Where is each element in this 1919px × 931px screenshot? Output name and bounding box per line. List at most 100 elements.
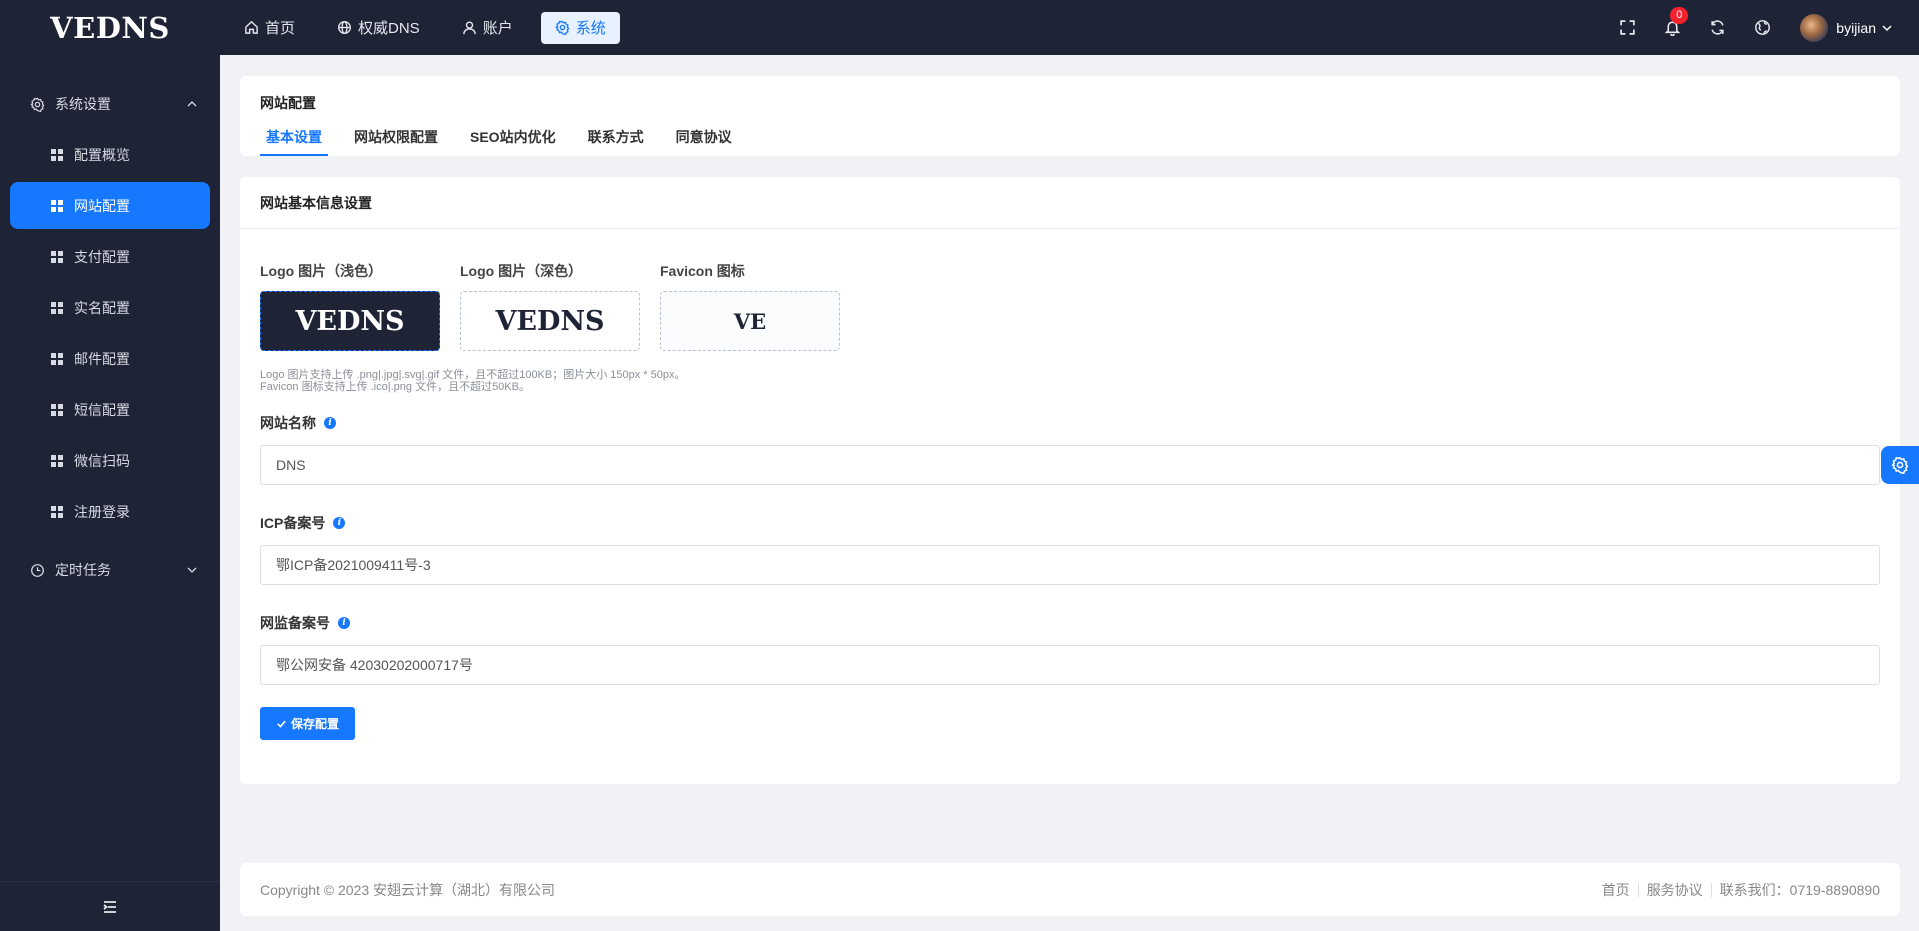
notification-button[interactable]: 0 bbox=[1662, 6, 1689, 38]
notification-badge: 0 bbox=[1670, 6, 1689, 24]
globe-icon bbox=[1754, 20, 1770, 35]
grid-icon bbox=[51, 148, 63, 161]
info-icon[interactable]: i bbox=[338, 617, 350, 629]
nav-home[interactable]: 首页 bbox=[230, 12, 309, 44]
upload-hint-favicon: Favicon 图标支持上传 .ico|.png 文件，且不超过50KB。 bbox=[260, 381, 530, 393]
header-actions: 0 byijian bbox=[1592, 6, 1919, 42]
grid-icon bbox=[51, 250, 63, 263]
tab-permission-config[interactable]: 网站权限配置 bbox=[354, 126, 438, 156]
footer-link-terms[interactable]: 服务协议 bbox=[1647, 880, 1703, 900]
user-icon bbox=[462, 21, 476, 35]
grid-icon bbox=[51, 301, 63, 314]
logo-dark-uploader[interactable]: VEDNS bbox=[460, 291, 640, 351]
user-menu[interactable]: byijian bbox=[1800, 13, 1893, 42]
police-record-label: 网监备案号 i bbox=[260, 613, 1880, 633]
icp-input[interactable] bbox=[260, 545, 1880, 585]
favicon-label: Favicon 图标 bbox=[660, 263, 745, 279]
footer: Copyright © 2023 安翅云计算（湖北）有限公司 首页 服务协议 联… bbox=[240, 863, 1900, 916]
logo-dark-upload: Logo 图片（深色） VEDNS bbox=[460, 261, 640, 351]
grid-icon bbox=[51, 454, 63, 467]
tab-agreement[interactable]: 同意协议 bbox=[676, 126, 732, 156]
site-name-input[interactable] bbox=[260, 445, 1880, 485]
home-icon bbox=[245, 20, 258, 34]
check-icon bbox=[277, 720, 286, 728]
info-icon[interactable]: i bbox=[324, 417, 336, 429]
chevron-down-icon bbox=[1882, 24, 1892, 31]
icp-label: ICP备案号 i bbox=[260, 513, 1880, 533]
refresh-button[interactable] bbox=[1707, 18, 1727, 38]
logo-light-upload: Logo 图片（浅色） VEDNS bbox=[260, 261, 440, 351]
username: byijian bbox=[1836, 19, 1876, 36]
sidebar-item-payment-config[interactable]: 支付配置 bbox=[10, 233, 210, 280]
site-name-label: 网站名称 i bbox=[260, 413, 1880, 433]
main-content: 网站配置 基本设置 网站权限配置 SEO站内优化 联系方式 同意协议 网站基本信… bbox=[220, 55, 1919, 931]
upload-hint-logo: Logo 图片支持上传 .png|.jpg|.svg|.gif 文件，且不超过1… bbox=[260, 369, 686, 381]
footer-links: 首页 服务协议 联系我们：0719-8890890 bbox=[1602, 880, 1880, 900]
footer-link-home[interactable]: 首页 bbox=[1602, 880, 1630, 900]
top-bar: VEDNS 首页 权威DNS 账户 系统 0 byijian bbox=[0, 0, 1919, 55]
nav-authoritative-dns[interactable]: 权威DNS bbox=[323, 12, 434, 44]
sidebar: 系统设置 配置概览 网站配置 支付配置 实名配置 邮件配置 短信配置 微信扫码 … bbox=[0, 55, 220, 931]
divider bbox=[1637, 882, 1639, 897]
site-name-field: 网站名称 i bbox=[260, 413, 1880, 485]
grid-icon bbox=[51, 505, 63, 518]
grid-icon bbox=[51, 403, 63, 416]
tab-bar: 基本设置 网站权限配置 SEO站内优化 联系方式 同意协议 bbox=[260, 126, 764, 156]
upload-hint: Logo 图片支持上传 .png|.jpg|.svg|.gif 文件，且不超过1… bbox=[260, 369, 686, 393]
copyright-text: Copyright © 2023 安翅云计算（湖北）有限公司 bbox=[260, 881, 556, 898]
info-icon[interactable]: i bbox=[333, 517, 346, 529]
favicon-uploader[interactable]: VE bbox=[660, 291, 840, 351]
logo-uploads: Logo 图片（浅色） VEDNS Logo 图片（深色） VEDNS Favi… bbox=[260, 261, 860, 351]
sidebar-collapse-button[interactable] bbox=[0, 881, 220, 931]
grid-icon bbox=[51, 199, 63, 212]
sidebar-item-config-overview[interactable]: 配置概览 bbox=[10, 131, 210, 178]
logo-dark-preview: VEDNS bbox=[495, 305, 605, 337]
avatar bbox=[1800, 13, 1829, 42]
police-record-field: 网监备案号 i bbox=[260, 613, 1880, 685]
chevron-down-icon bbox=[187, 567, 197, 573]
page-title: 网站配置 bbox=[260, 95, 316, 111]
page-header-card: 网站配置 基本设置 网站权限配置 SEO站内优化 联系方式 同意协议 bbox=[240, 76, 1900, 156]
divider bbox=[1710, 882, 1712, 897]
sidebar-item-realname-config[interactable]: 实名配置 bbox=[10, 284, 210, 331]
favicon-preview: VE bbox=[733, 308, 767, 334]
tab-contact[interactable]: 联系方式 bbox=[588, 126, 644, 156]
top-nav: 首页 权威DNS 账户 系统 bbox=[230, 11, 634, 44]
sidebar-group-scheduled-tasks[interactable]: 定时任务 bbox=[0, 543, 220, 597]
floating-settings-button[interactable] bbox=[1881, 446, 1919, 484]
sidebar-item-wechat-scan[interactable]: 微信扫码 bbox=[10, 437, 210, 484]
footer-link-contact[interactable]: 联系我们：0719-8890890 bbox=[1720, 880, 1880, 900]
icp-field: ICP备案号 i bbox=[260, 513, 1880, 585]
refresh-icon bbox=[1711, 20, 1724, 35]
language-button[interactable] bbox=[1752, 18, 1772, 38]
gear-icon bbox=[1891, 456, 1909, 474]
basic-info-card: 网站基本信息设置 Logo 图片（浅色） VEDNS Logo 图片（深色） V… bbox=[240, 177, 1900, 784]
sidebar-item-mail-config[interactable]: 邮件配置 bbox=[10, 335, 210, 382]
sidebar-item-site-config[interactable]: 网站配置 bbox=[10, 182, 210, 229]
nav-system[interactable]: 系统 bbox=[540, 11, 620, 44]
sidebar-item-register-login[interactable]: 注册登录 bbox=[10, 488, 210, 535]
tab-seo[interactable]: SEO站内优化 bbox=[470, 126, 556, 156]
save-config-button[interactable]: 保存配置 bbox=[260, 707, 356, 740]
globe-icon bbox=[338, 21, 351, 34]
sidebar-group-system-settings[interactable]: 系统设置 bbox=[0, 77, 220, 131]
chevron-up-icon bbox=[187, 101, 197, 107]
brand-logo[interactable]: VEDNS bbox=[0, 11, 220, 45]
fullscreen-icon bbox=[1620, 20, 1635, 35]
clock-icon bbox=[31, 563, 44, 577]
logo-dark-label: Logo 图片（深色） bbox=[460, 263, 583, 279]
logo-light-uploader[interactable]: VEDNS bbox=[260, 291, 440, 351]
tab-basic-settings[interactable]: 基本设置 bbox=[260, 126, 328, 156]
nav-account[interactable]: 账户 bbox=[448, 12, 527, 44]
logo-light-preview: VEDNS bbox=[295, 305, 405, 337]
section-title: 网站基本信息设置 bbox=[240, 177, 1900, 229]
fullscreen-button[interactable] bbox=[1617, 18, 1637, 38]
gear-icon bbox=[555, 20, 570, 35]
police-record-input[interactable] bbox=[260, 645, 1880, 685]
sidebar-item-sms-config[interactable]: 短信配置 bbox=[10, 386, 210, 433]
gear-icon bbox=[30, 97, 45, 112]
grid-icon bbox=[51, 352, 63, 365]
favicon-upload: Favicon 图标 VE bbox=[660, 261, 840, 351]
menu-fold-icon bbox=[103, 900, 116, 913]
logo-light-label: Logo 图片（浅色） bbox=[260, 263, 383, 279]
